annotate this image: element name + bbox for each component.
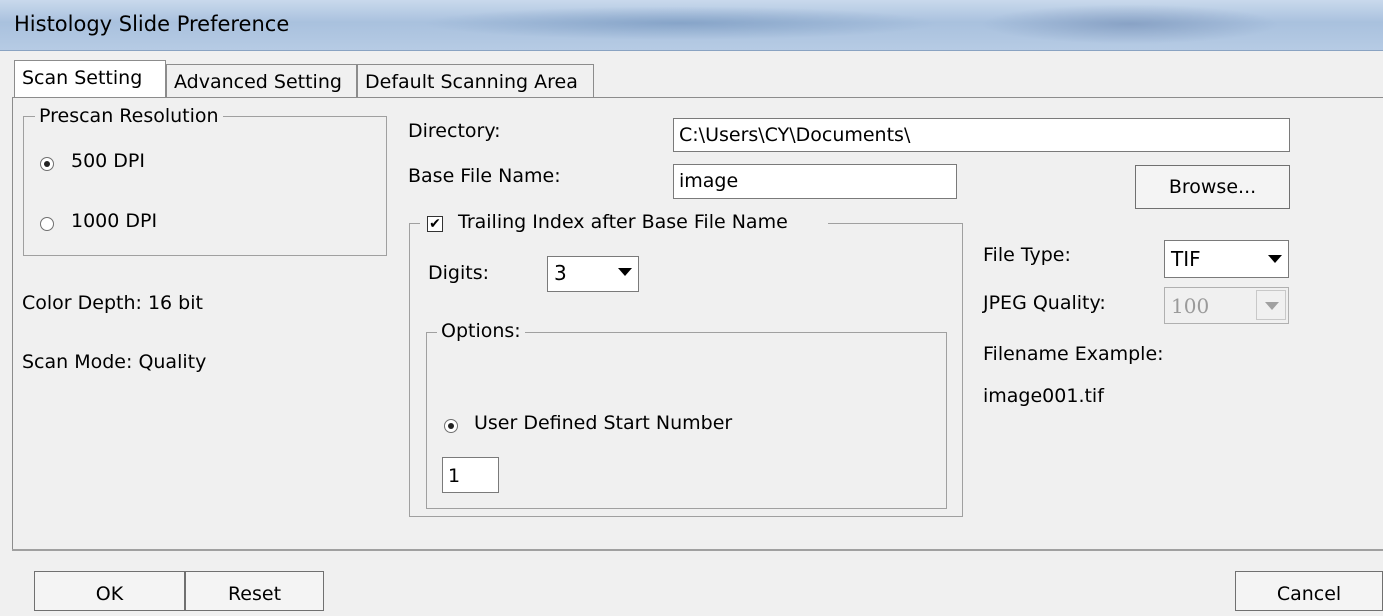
filename-example-label: Filename Example: bbox=[983, 343, 1164, 365]
title-bar[interactable]: Histology Slide Preference bbox=[0, 0, 1383, 51]
tab-advanced-setting[interactable]: Advanced Setting bbox=[166, 64, 357, 98]
base-file-name-field[interactable]: image bbox=[673, 164, 957, 199]
prescan-resolution-group bbox=[23, 116, 387, 256]
tab-default-scanning-area[interactable]: Default Scanning Area bbox=[357, 64, 594, 98]
file-type-dropdown[interactable]: TIF bbox=[1164, 240, 1289, 278]
digits-value: 3 bbox=[554, 261, 567, 285]
scan-mode-text: Scan Mode: Quality bbox=[22, 351, 207, 373]
divider bbox=[12, 549, 1383, 551]
tab-label: Default Scanning Area bbox=[365, 71, 578, 93]
directory-label: Directory: bbox=[408, 120, 501, 142]
jpeg-quality-label: JPEG Quality: bbox=[983, 292, 1106, 314]
reset-button[interactable]: Reset bbox=[185, 571, 324, 611]
options-legend: Options: bbox=[437, 320, 525, 342]
chevron-down-icon bbox=[1268, 255, 1282, 263]
trailing-index-checkbox[interactable]: ✔ bbox=[427, 216, 443, 232]
file-type-value: TIF bbox=[1171, 247, 1201, 271]
tab-label: Advanced Setting bbox=[174, 71, 342, 93]
trailing-index-label: Trailing Index after Base File Name bbox=[458, 211, 788, 233]
tab-scan-setting[interactable]: Scan Setting bbox=[14, 60, 166, 98]
browse-button[interactable]: Browse... bbox=[1135, 165, 1290, 209]
radio-500-dpi-label: 500 DPI bbox=[71, 150, 145, 172]
ok-button[interactable]: OK bbox=[34, 571, 185, 611]
chevron-down-icon bbox=[618, 268, 632, 276]
jpeg-quality-value: 100 bbox=[1171, 294, 1210, 318]
start-number-field[interactable]: 1 bbox=[442, 457, 499, 493]
radio-500-dpi[interactable] bbox=[40, 157, 54, 171]
radio-1000-dpi[interactable] bbox=[40, 217, 54, 231]
digits-dropdown[interactable]: 3 bbox=[547, 256, 639, 292]
radio-1000-dpi-label: 1000 DPI bbox=[71, 210, 158, 232]
jpeg-quality-dropdown[interactable]: 100 bbox=[1164, 287, 1289, 324]
digits-label: Digits: bbox=[428, 262, 489, 284]
cancel-button[interactable]: Cancel bbox=[1235, 571, 1383, 611]
radio-user-defined-start[interactable] bbox=[444, 419, 458, 433]
user-defined-start-label: User Defined Start Number bbox=[474, 412, 733, 434]
chevron-down-icon bbox=[1265, 302, 1279, 310]
color-depth-text: Color Depth: 16 bit bbox=[22, 292, 203, 314]
filename-example-value: image001.tif bbox=[983, 385, 1104, 407]
file-type-label: File Type: bbox=[983, 244, 1071, 266]
directory-field[interactable]: C:\Users\CY\Documents\ bbox=[673, 118, 1290, 152]
tab-label: Scan Setting bbox=[22, 67, 143, 89]
prescan-resolution-legend: Prescan Resolution bbox=[35, 105, 223, 127]
window-title: Histology Slide Preference bbox=[14, 12, 290, 36]
base-file-name-label: Base File Name: bbox=[408, 165, 561, 187]
